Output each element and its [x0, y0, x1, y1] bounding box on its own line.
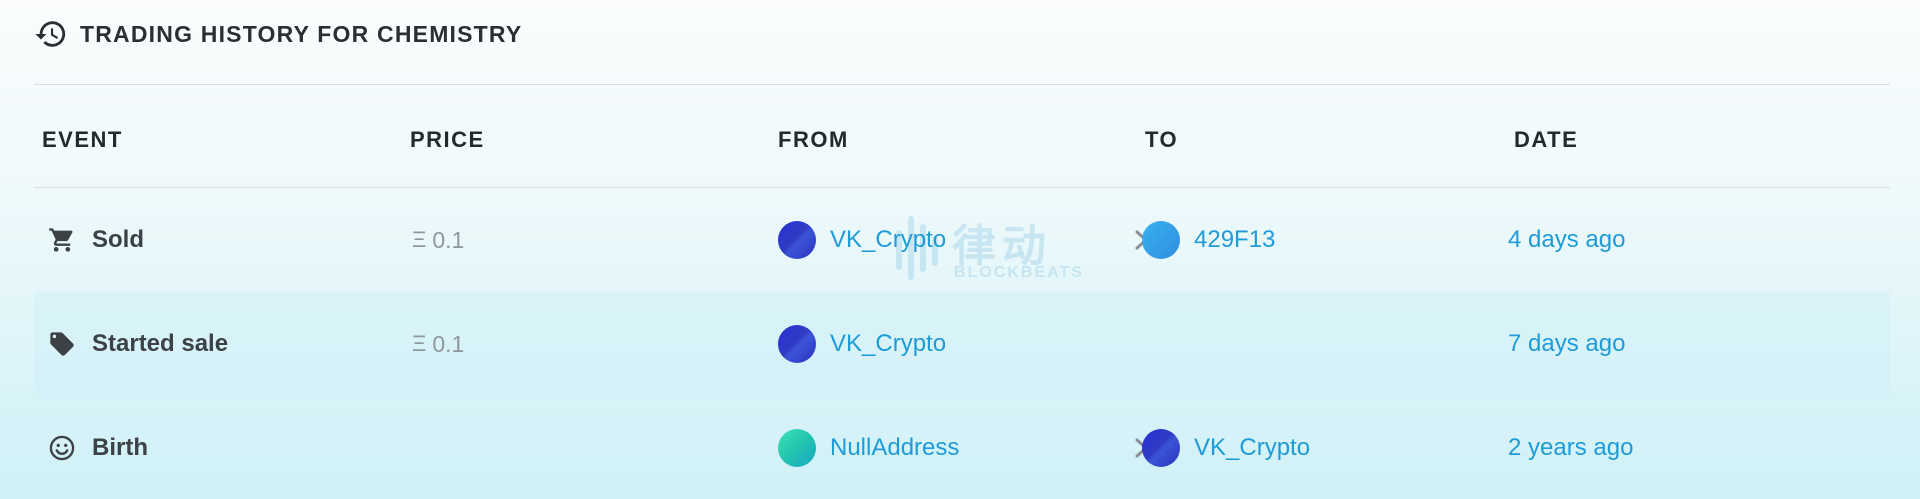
price-cell: Ξ 0.1	[412, 292, 464, 396]
date-link[interactable]: 4 days ago	[1508, 188, 1625, 292]
column-header-event: EVENT	[42, 127, 123, 152]
column-header-date: DATE	[1514, 127, 1579, 152]
avatar	[778, 221, 816, 259]
avatar	[778, 325, 816, 363]
from-user-name[interactable]: VK_Crypto	[830, 226, 946, 254]
page-title: TRADING HISTORY FOR CHEMISTRY	[80, 20, 523, 47]
panel-header: TRADING HISTORY FOR CHEMISTRY	[34, 14, 522, 54]
to-user-name[interactable]: VK_Crypto	[1194, 434, 1310, 462]
column-header-to: TO	[1145, 127, 1179, 152]
to-user-link[interactable]: 429F13	[1142, 188, 1275, 292]
eth-symbol: Ξ	[412, 227, 427, 252]
price-cell: Ξ 0.1	[412, 188, 464, 292]
smiley-icon	[48, 434, 76, 462]
event-cell: Started sale	[48, 292, 228, 396]
event-cell: Sold	[48, 188, 144, 292]
from-user-link[interactable]: VK_Crypto	[778, 188, 946, 292]
trading-history-panel: TRADING HISTORY FOR CHEMISTRY EVENT PRIC…	[34, 0, 1890, 499]
avatar	[1142, 429, 1180, 467]
column-header-price: PRICE	[410, 127, 485, 152]
history-icon	[34, 17, 68, 51]
event-label: Started sale	[92, 330, 229, 357]
cart-icon	[48, 226, 76, 254]
from-user-link[interactable]: NullAddress	[778, 396, 959, 499]
date-link[interactable]: 2 years ago	[1508, 396, 1633, 499]
from-user-name[interactable]: VK_Crypto	[830, 330, 946, 358]
tag-icon	[48, 330, 76, 358]
event-label: Sold	[92, 226, 144, 253]
column-header-from: FROM	[778, 127, 849, 152]
date-link[interactable]: 7 days ago	[1508, 292, 1625, 396]
table-row: Birth NullAddress VK_Crypto 2 years ago	[34, 396, 1890, 499]
event-cell: Birth	[48, 396, 148, 499]
eth-symbol: Ξ	[412, 331, 427, 356]
header-divider	[34, 84, 1890, 85]
table-row: Sold Ξ 0.1 VK_Crypto 429F13 4 days ago	[34, 188, 1890, 292]
event-label: Birth	[92, 434, 148, 461]
to-user-name[interactable]: 429F13	[1194, 226, 1275, 254]
to-user-link[interactable]: VK_Crypto	[1142, 396, 1310, 499]
from-user-link[interactable]: VK_Crypto	[778, 292, 946, 396]
avatar	[778, 429, 816, 467]
price-value: 0.1	[432, 330, 465, 357]
price-value: 0.1	[432, 226, 465, 253]
table-row: Started sale Ξ 0.1 VK_Crypto 7 days ago	[34, 292, 1890, 396]
avatar	[1142, 221, 1180, 259]
from-user-name[interactable]: NullAddress	[830, 434, 959, 462]
